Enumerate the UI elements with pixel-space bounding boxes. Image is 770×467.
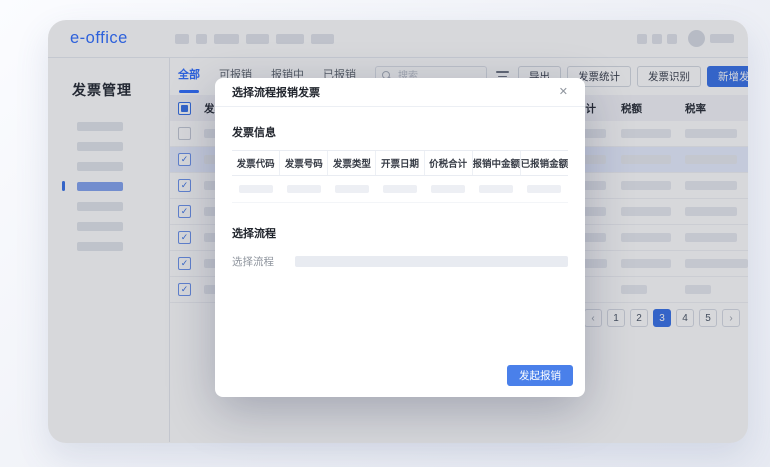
mcol-in-reimbursement: 报销中金额 — [473, 151, 521, 175]
modal-placeholder-cell — [376, 176, 424, 202]
modal-placeholder-cell — [520, 176, 568, 202]
modal-placeholder-cell — [280, 176, 328, 202]
modal-placeholder-cell — [232, 176, 280, 202]
modal-placeholder-cell — [424, 176, 472, 202]
mcol-invoice-code: 发票代码 — [232, 151, 280, 175]
flow-field-label: 选择流程 — [232, 254, 295, 269]
modal-footer: 发起报销 — [507, 365, 573, 386]
mcol-total-amount: 价税合计 — [425, 151, 473, 175]
modal-cell-placeholder — [383, 185, 417, 193]
modal-title: 选择流程报销发票 — [232, 84, 320, 100]
modal-invoice-table: 发票代码 发票号码 发票类型 开票日期 价税合计 报销中金额 已报销金额 — [232, 150, 568, 203]
modal-body: 发票信息 发票代码 发票号码 发票类型 开票日期 价税合计 报销中金额 已报销金… — [215, 107, 585, 286]
modal-cell-placeholder — [527, 185, 561, 193]
mcol-invoice-number: 发票号码 — [280, 151, 328, 175]
modal-header: 选择流程报销发票 ✕ — [215, 78, 585, 107]
flow-field-row: 选择流程 — [232, 254, 568, 269]
modal-cell-placeholder — [479, 185, 513, 193]
modal-table-header: 发票代码 发票号码 发票类型 开票日期 价税合计 报销中金额 已报销金额 — [232, 150, 568, 176]
select-flow-section-title: 选择流程 — [232, 225, 568, 241]
modal-table-placeholder-row — [232, 176, 568, 203]
invoice-info-section-title: 发票信息 — [232, 124, 568, 140]
modal-placeholder-cell — [472, 176, 520, 202]
modal-cell-placeholder — [287, 185, 321, 193]
initiate-reimbursement-button[interactable]: 发起报销 — [507, 365, 573, 386]
modal-cell-placeholder — [239, 185, 273, 193]
modal-placeholder-cell — [328, 176, 376, 202]
flow-select-input[interactable] — [295, 256, 568, 267]
mcol-issue-date: 开票日期 — [376, 151, 424, 175]
modal-cell-placeholder — [335, 185, 369, 193]
mcol-reimbursed: 已报销金额 — [521, 151, 568, 175]
select-flow-modal: 选择流程报销发票 ✕ 发票信息 发票代码 发票号码 发票类型 开票日期 价税合计… — [215, 78, 585, 397]
modal-cell-placeholder — [431, 185, 465, 193]
close-icon[interactable]: ✕ — [559, 87, 568, 98]
mcol-invoice-type: 发票类型 — [328, 151, 376, 175]
